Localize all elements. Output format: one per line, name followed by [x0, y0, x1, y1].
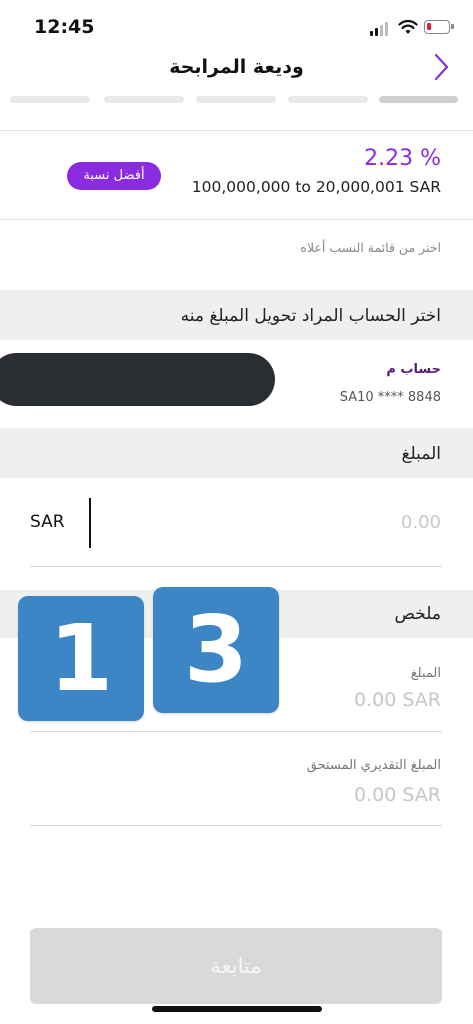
annotation-badge-3: 3 — [153, 587, 279, 713]
divider — [30, 731, 442, 732]
divider — [30, 825, 442, 826]
summary-amount-label: المبلغ — [410, 666, 441, 681]
summary-amount-value: 0.00 SAR — [354, 689, 441, 711]
battery-icon — [424, 20, 454, 34]
text-cursor — [89, 498, 91, 548]
currency-label: SAR — [30, 512, 65, 532]
continue-button[interactable]: متابعة — [30, 928, 442, 1004]
account-name: حساب م — [386, 362, 441, 377]
summary-estimated-label: المبلغ التقديري المستحق — [306, 758, 441, 773]
amount-input[interactable] — [30, 495, 442, 555]
account-number: SA10 **** 8848 — [339, 390, 441, 405]
input-underline — [30, 566, 442, 567]
progress-segment-active — [379, 96, 458, 103]
progress-segment — [104, 96, 184, 103]
page-title: وديعة المرابحة — [169, 56, 304, 78]
step-progress — [0, 96, 473, 104]
progress-segment — [288, 96, 368, 103]
rate-hint: اختر من قائمة النسب أعلاه — [300, 240, 441, 255]
signal-icon — [370, 22, 392, 36]
summary-section-title: ملخص — [394, 604, 441, 624]
rate-value: 2.23 % — [364, 146, 441, 171]
progress-segment — [196, 96, 276, 103]
amount-section-title: المبلغ — [401, 444, 441, 464]
rate-range: 100,000,000 to 20,000,001 SAR — [191, 178, 441, 196]
status-bar: 12:45 — [0, 0, 473, 50]
status-time: 12:45 — [34, 16, 95, 38]
wifi-icon — [398, 19, 418, 34]
divider — [0, 219, 473, 220]
home-indicator — [152, 1006, 322, 1012]
best-rate-badge: أفضل نسبة — [67, 162, 161, 190]
amount-placeholder: 0.00 — [400, 512, 441, 533]
account-section-title: اختر الحساب المراد تحويل المبلغ منه — [180, 306, 441, 326]
annotation-badge-1: 1 — [18, 596, 144, 721]
progress-segment — [10, 96, 90, 103]
chevron-right-icon[interactable] — [430, 50, 452, 84]
redaction-bar — [0, 353, 275, 406]
summary-estimated-value: 0.00 SAR — [354, 784, 441, 806]
